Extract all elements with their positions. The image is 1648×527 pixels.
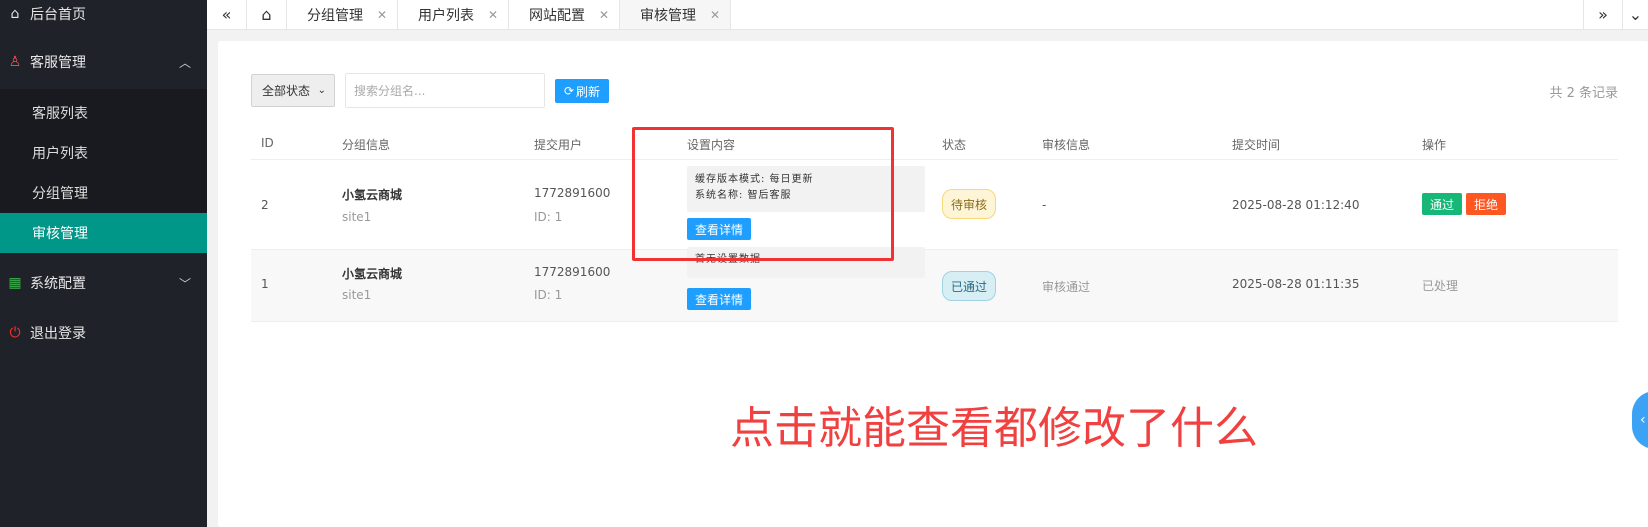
sidebar: ⌂ 后台首页 ♙ 客服管理 ︿ 客服列表 用户列表 分组管理 审核管理 ▦ 系统… — [0, 0, 207, 527]
sidebar-item-label: 审核管理 — [32, 226, 88, 242]
tab-site-config[interactable]: 网站配置 ✕ — [509, 0, 620, 29]
sidebar-item-label: 系统配置 — [30, 276, 86, 292]
close-icon[interactable]: ✕ — [599, 8, 609, 22]
status-select-value: 全部状态 — [262, 84, 311, 98]
view-detail-button[interactable]: 查看详情 — [687, 288, 751, 310]
row-id: 1 — [261, 277, 269, 291]
row-id: 2 — [261, 198, 269, 212]
submit-user-id: ID: 1 — [534, 288, 563, 302]
tab-label: 分组管理 — [307, 7, 363, 24]
chevron-down-icon: ﹀ — [178, 276, 191, 291]
submit-user-id: ID: 1 — [534, 210, 563, 224]
approve-button[interactable]: 通过 — [1422, 193, 1462, 215]
close-icon[interactable]: ✕ — [377, 8, 387, 22]
status-badge: 待审核 — [942, 189, 996, 219]
highlight-box — [632, 127, 894, 261]
close-icon[interactable]: ✕ — [488, 8, 498, 22]
sidebar-item-label: 退出登录 — [30, 326, 86, 342]
status-select[interactable]: 全部状态 ⌄ — [251, 74, 335, 107]
table-row: 1 小氢云商城 site1 1772891600 ID: 1 首无设置数据 查看… — [251, 247, 1618, 322]
status-badge: 已通过 — [942, 271, 996, 301]
col-header-user: 提交用户 — [534, 138, 583, 152]
grid-icon: ▦ — [8, 275, 22, 291]
refresh-icon: ⟳ — [563, 84, 575, 98]
sidebar-item-label: 用户列表 — [32, 146, 88, 162]
sidebar-item-cs-list[interactable]: 客服列表 — [0, 93, 207, 133]
total-count: 共 2 条记录 — [1549, 86, 1618, 101]
col-header-id: ID — [261, 136, 274, 150]
tab-label: 用户列表 — [418, 7, 474, 24]
submit-user: 1772891600 — [534, 265, 611, 279]
tab-user-list[interactable]: 用户列表 ✕ — [398, 0, 509, 29]
sidebar-item-system-config[interactable]: ▦ 系统配置 ﹀ — [0, 263, 207, 303]
group-site: site1 — [342, 210, 372, 224]
user-icon: ♙ — [8, 54, 22, 70]
group-name: 小氢云商城 — [342, 188, 403, 202]
col-header-action: 操作 — [1422, 138, 1447, 152]
refresh-button[interactable]: ⟳ 刷新 — [555, 79, 609, 103]
scroll-right-icon[interactable]: » — [1583, 0, 1623, 29]
search-input[interactable] — [345, 73, 545, 108]
chevron-up-icon: ︿ — [178, 55, 191, 70]
chevron-left-icon: ‹ — [1640, 412, 1646, 428]
review-info: - — [1042, 198, 1047, 212]
col-header-group: 分组信息 — [342, 138, 391, 152]
action-text: 已处理 — [1422, 279, 1459, 293]
home-icon: ⌂ — [10, 6, 20, 22]
tab-label: 网站配置 — [529, 7, 585, 24]
table-header: ID 分组信息 提交用户 设置内容 状态 审核信息 提交时间 操作 — [251, 126, 1618, 160]
submit-user: 1772891600 — [534, 186, 611, 200]
sidebar-item-label: 客服管理 — [30, 55, 86, 71]
tab-review-manage[interactable]: 审核管理 ✕ — [620, 0, 731, 29]
group-name: 小氢云商城 — [342, 267, 403, 281]
sidebar-item-user-list[interactable]: 用户列表 — [0, 133, 207, 173]
sidebar-item-home[interactable]: ⌂ 后台首页 — [0, 0, 207, 34]
table-row: 2 小氢云商城 site1 1772891600 ID: 1 缓存版本模式: 每… — [251, 160, 1618, 250]
sidebar-item-label: 后台首页 — [30, 7, 86, 23]
sidebar-item-label: 客服列表 — [32, 106, 88, 122]
group-site: site1 — [342, 288, 372, 302]
reject-button[interactable]: 拒绝 — [1466, 193, 1506, 215]
tab-bar: « ⌂ 分组管理 ✕ 用户列表 ✕ 网站配置 ✕ 审核管理 ✕ » ⌄ — [207, 0, 1648, 30]
scroll-left-icon[interactable]: « — [207, 0, 247, 29]
sidebar-item-group-manage[interactable]: 分组管理 — [0, 173, 207, 213]
review-info: 审核通过 — [1042, 280, 1091, 294]
submit-time: 2025-08-28 01:12:40 — [1232, 198, 1360, 212]
sidebar-item-review-manage[interactable]: 审核管理 — [0, 213, 207, 253]
annotation-text: 点击就能查看都修改了什么 — [730, 403, 1258, 454]
col-header-status: 状态 — [942, 138, 967, 152]
col-header-time: 提交时间 — [1232, 138, 1281, 152]
sidebar-item-label: 分组管理 — [32, 186, 88, 202]
sidebar-item-customer-service[interactable]: ♙ 客服管理 ︿ — [0, 42, 207, 82]
close-icon[interactable]: ✕ — [710, 8, 720, 22]
submit-time: 2025-08-28 01:11:35 — [1232, 277, 1360, 291]
refresh-label: 刷新 — [576, 84, 601, 99]
chevron-down-icon[interactable]: ⌄ — [1623, 0, 1648, 29]
home-tab-icon[interactable]: ⌂ — [247, 0, 287, 29]
power-icon: ⏻ — [9, 325, 21, 341]
tab-label: 审核管理 — [640, 7, 696, 24]
sidebar-item-logout[interactable]: ⏻ 退出登录 — [0, 313, 207, 353]
chevron-down-icon: ⌄ — [317, 85, 326, 96]
tab-group-manage[interactable]: 分组管理 ✕ — [287, 0, 398, 29]
col-header-review: 审核信息 — [1042, 138, 1091, 152]
